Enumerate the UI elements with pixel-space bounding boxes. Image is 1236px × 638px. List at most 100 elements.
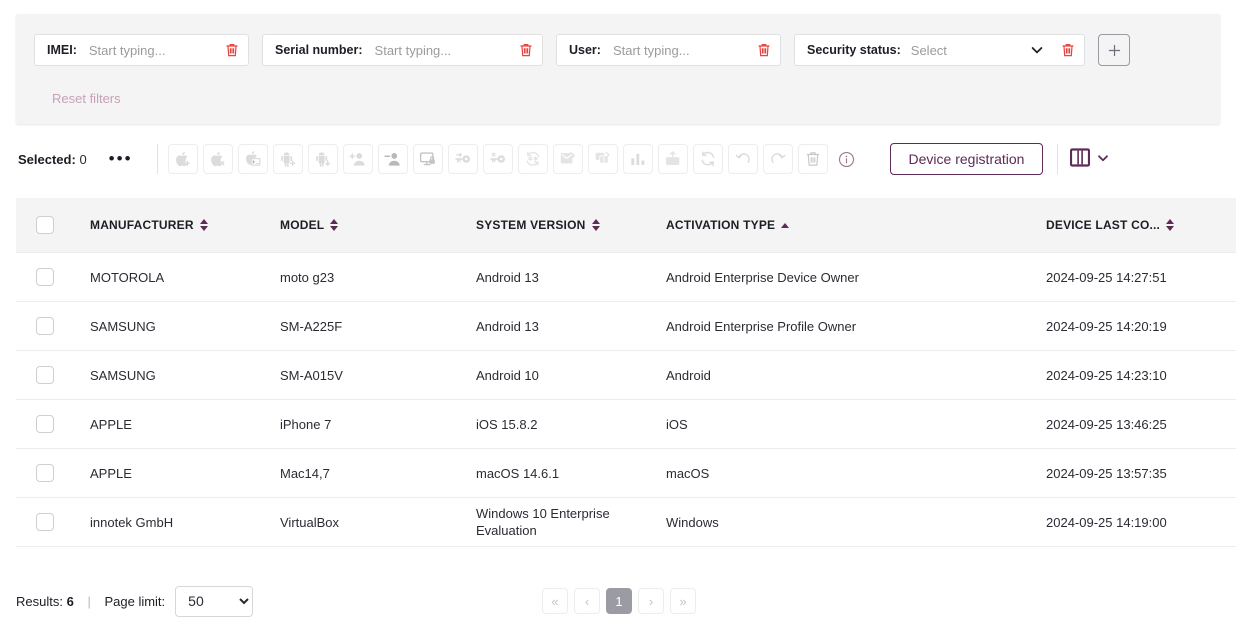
imei-input[interactable]: [86, 41, 218, 59]
apple-terminal-icon-button[interactable]: [237, 144, 268, 174]
refresh-icon-button[interactable]: [692, 144, 723, 174]
pagination: « ‹ 1 › »: [542, 588, 696, 614]
sort-activation-type-asc-icon[interactable]: [781, 222, 790, 228]
page-limit-select[interactable]: 50: [175, 585, 254, 617]
row-checkbox[interactable]: [36, 268, 54, 286]
row-checkbox[interactable]: [36, 513, 54, 531]
filter-fields-row: IMEI: Serial number: User:: [34, 34, 1130, 66]
sort-manufacturer-icon[interactable]: [199, 219, 208, 231]
chart-icon: [630, 153, 644, 165]
column-header-manufacturer[interactable]: MANUFACTURER: [90, 198, 280, 253]
table-row[interactable]: SAMSUNG SM-A015V Android 10 Android 2024…: [16, 350, 1236, 400]
filter-field-security-status[interactable]: Security status: Select: [794, 34, 1085, 66]
row-select-cell[interactable]: [16, 497, 90, 547]
cell-system-version: iOS 15.8.2: [476, 399, 666, 449]
user-input[interactable]: [610, 41, 750, 59]
reset-filters-button[interactable]: Reset filters: [52, 91, 121, 106]
chart-icon-button[interactable]: [622, 144, 653, 174]
message-send-icon-button[interactable]: [552, 144, 583, 174]
page-limit-label: Page limit:: [104, 593, 166, 609]
select-all-checkbox[interactable]: [36, 216, 54, 234]
table-row[interactable]: MOTOROLA moto g23 Android 13 Android Ent…: [16, 252, 1236, 302]
cell-device-last-connection: 2024-09-25 14:23:10: [1046, 350, 1236, 400]
monitor-lock-icon-button[interactable]: [412, 144, 443, 174]
column-header-system-version[interactable]: SYSTEM VERSION: [476, 198, 666, 253]
refresh-icon: [701, 151, 714, 167]
android-add-icon-button[interactable]: [272, 144, 303, 174]
chevron-down-icon[interactable]: [1030, 43, 1044, 57]
export-icon-button[interactable]: [657, 144, 688, 174]
row-select-cell[interactable]: [16, 399, 90, 449]
table-toolbar: Selected: 0 ••• ✱✱ Device registration: [0, 138, 1236, 180]
delete-filter-security-status-icon[interactable]: [1060, 42, 1076, 58]
android-download-icon: [315, 152, 330, 167]
cell-system-version: Android 10: [476, 350, 666, 400]
cell-manufacturer: MOTOROLA: [90, 252, 280, 302]
filter-field-imei[interactable]: IMEI:: [34, 34, 249, 66]
column-header-device-last-connection-label: DEVICE LAST CO...: [1046, 218, 1161, 232]
row-checkbox[interactable]: [36, 464, 54, 482]
column-settings-button[interactable]: [1070, 148, 1110, 170]
row-select-cell[interactable]: [16, 252, 90, 302]
row-checkbox[interactable]: [36, 415, 54, 433]
cell-model: Mac14,7: [280, 448, 476, 498]
delete-filter-imei-icon[interactable]: [224, 42, 240, 58]
add-filter-button[interactable]: [1098, 34, 1130, 66]
info-icon[interactable]: [838, 150, 856, 168]
select-all-header[interactable]: [16, 198, 90, 253]
notification-send-icon-button[interactable]: [587, 144, 618, 174]
filter-field-serial-number[interactable]: Serial number:: [262, 34, 543, 66]
pagination-next-button[interactable]: ›: [638, 588, 664, 614]
row-checkbox[interactable]: [36, 317, 54, 335]
password-reset-icon: ✱✱: [525, 151, 539, 166]
delete-filter-user-icon[interactable]: [756, 42, 772, 58]
sort-model-icon[interactable]: [330, 219, 339, 231]
android-download-icon-button[interactable]: [307, 144, 338, 174]
table-row[interactable]: APPLE Mac14,7 macOS 14.6.1 macOS 2024-09…: [16, 448, 1236, 498]
row-checkbox[interactable]: [36, 366, 54, 384]
user-add-icon-button[interactable]: [342, 144, 373, 174]
row-select-cell[interactable]: [16, 350, 90, 400]
cell-activation-type: macOS: [666, 448, 1046, 498]
key-add-icon-button[interactable]: [447, 144, 478, 174]
filter-field-user[interactable]: User:: [556, 34, 781, 66]
cell-model: moto g23: [280, 252, 476, 302]
device-registration-button[interactable]: Device registration: [889, 143, 1044, 175]
security-status-value[interactable]: Select: [911, 43, 1030, 58]
cell-manufacturer: SAMSUNG: [90, 350, 280, 400]
selected-count-label: Selected: 0: [18, 152, 87, 167]
column-header-model[interactable]: MODEL: [280, 198, 476, 253]
delete-filter-serial-number-icon[interactable]: [518, 42, 534, 58]
password-reset-icon-button[interactable]: ✱✱: [517, 144, 548, 174]
filter-label-security-status: Security status:: [807, 43, 901, 57]
results-label: Results:: [16, 593, 63, 609]
table-row[interactable]: APPLE iPhone 7 iOS 15.8.2 iOS 2024-09-25…: [16, 399, 1236, 449]
pagination-first-button[interactable]: «: [542, 588, 568, 614]
undo-icon-button[interactable]: [727, 144, 758, 174]
apple-add-icon-button[interactable]: [167, 144, 198, 174]
key-remove-icon-button[interactable]: [482, 144, 513, 174]
key-remove-icon: [489, 152, 505, 163]
more-actions-button[interactable]: •••: [109, 150, 133, 167]
serial-number-input[interactable]: [372, 41, 512, 59]
cell-manufacturer: SAMSUNG: [90, 301, 280, 351]
pagination-last-button[interactable]: »: [670, 588, 696, 614]
pagination-prev-button[interactable]: ‹: [574, 588, 600, 614]
user-remove-icon-button[interactable]: [377, 144, 408, 174]
sort-device-last-connection-icon[interactable]: [1166, 219, 1175, 231]
redo-icon-button[interactable]: [762, 144, 793, 174]
svg-text:✱✱: ✱✱: [527, 156, 538, 163]
row-select-cell[interactable]: [16, 301, 90, 351]
column-header-activation-type[interactable]: ACTIVATION TYPE: [666, 198, 1046, 253]
table-row[interactable]: innotek GmbH VirtualBox Windows 10 Enter…: [16, 497, 1236, 547]
cell-system-version: Windows 10 Enterprise Evaluation: [476, 497, 666, 547]
android-add-icon: [280, 152, 295, 167]
table-row[interactable]: SAMSUNG SM-A225F Android 13 Android Ente…: [16, 301, 1236, 351]
apple-remove-icon-button[interactable]: [202, 144, 233, 174]
cell-device-last-connection: 2024-09-25 14:19:00: [1046, 497, 1236, 547]
pagination-page-1-button[interactable]: 1: [606, 588, 632, 614]
sort-system-version-icon[interactable]: [591, 219, 600, 231]
row-select-cell[interactable]: [16, 448, 90, 498]
delete-icon-button[interactable]: [797, 144, 828, 174]
column-header-device-last-connection[interactable]: DEVICE LAST CO...: [1046, 198, 1236, 253]
